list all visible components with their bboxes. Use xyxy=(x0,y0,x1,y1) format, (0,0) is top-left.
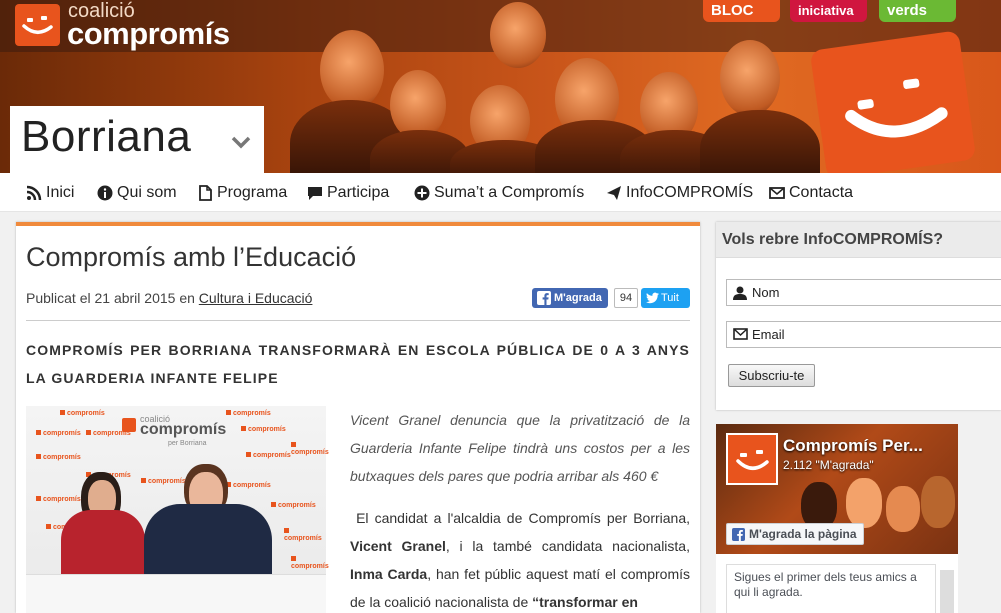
photo-tag: compromís xyxy=(291,442,329,456)
cover-person xyxy=(846,478,882,528)
main-nav: Inici Qui som Programa Participa Suma’t … xyxy=(0,173,1001,212)
nav-label: Inici xyxy=(46,184,75,201)
body-name: Inma Carda xyxy=(350,566,428,582)
page: { "header": { "logo_line1": "coalició", … xyxy=(0,0,1001,613)
plus-circle-icon xyxy=(414,185,430,201)
body-text: El candidat a l'alcaldia de Compromís pe… xyxy=(356,510,690,526)
cover-person xyxy=(921,476,955,528)
divider xyxy=(26,320,690,321)
nav-label: Programa xyxy=(217,184,288,201)
photo-brand-line3: per Borriana xyxy=(168,440,207,447)
email-placeholder: Email xyxy=(752,327,785,342)
team-photo xyxy=(490,2,546,68)
logo-line2: compromís xyxy=(67,16,230,51)
article: Compromís amb l’Educació Publicat el 21 … xyxy=(16,222,700,613)
name-field[interactable]: Nom xyxy=(726,279,1001,306)
send-icon xyxy=(607,186,621,200)
category-link[interactable]: Cultura i Educació xyxy=(199,290,313,306)
cover-person xyxy=(886,486,920,532)
team-photo xyxy=(720,40,780,116)
team-photo xyxy=(320,30,384,110)
subscribe-title: Vols rebre InfoCOMPROMÍS? xyxy=(722,231,944,248)
smile-icon xyxy=(22,16,53,34)
facebook-like-page-button[interactable]: M'agrada la pàgina xyxy=(726,523,864,545)
big-smile-logo xyxy=(809,30,977,173)
photo-tag: compromís xyxy=(271,502,316,509)
photo-tag: compromís xyxy=(246,452,291,459)
photo-tag: compromís xyxy=(284,528,326,542)
body-name: Vicent Granel xyxy=(350,538,446,554)
info-icon xyxy=(97,185,113,201)
partner-iniciativa[interactable]: iniciativa xyxy=(790,0,867,22)
tweet-button[interactable]: Tuit xyxy=(641,288,690,308)
facebook-like-page-label: M'agrada la pàgina xyxy=(749,527,857,541)
subscribe-button[interactable]: Subscriu-te xyxy=(728,364,815,387)
partner-label: iniciativa xyxy=(798,3,854,18)
facebook-page-widget: Compromís Per... 2.112 "M'agrada" M'agra… xyxy=(716,424,958,613)
facebook-icon xyxy=(537,291,551,305)
publish-date: Publicat el 21 abril 2015 en xyxy=(26,290,195,306)
photo-tag: compromís xyxy=(36,454,81,461)
photo-tag: compromís xyxy=(141,478,186,485)
name-placeholder: Nom xyxy=(752,285,780,300)
photo-brand-line2: compromís xyxy=(140,421,227,438)
photo-tag: compromís xyxy=(36,430,81,437)
partner-label: BLOC xyxy=(711,2,754,19)
scrollbar[interactable] xyxy=(940,570,954,613)
facebook-like-label: M'agrada xyxy=(554,292,602,304)
facebook-like-button[interactable]: M'agrada xyxy=(532,288,608,308)
nav-label: Qui som xyxy=(117,184,177,201)
partner-label: verds xyxy=(887,2,928,19)
nav-label: Suma’t a Compromís xyxy=(434,184,585,201)
user-icon xyxy=(733,286,747,300)
article-meta: Publicat el 21 abril 2015 en Cultura i E… xyxy=(26,290,312,306)
smile-icon xyxy=(736,450,769,470)
article-lead: COMPROMÍS PER BORRIANA TRANSFORMARÀ EN E… xyxy=(26,342,690,386)
body-text: , i la també candidata nacionalista, xyxy=(445,538,690,554)
body-quote: “transformar en xyxy=(532,594,638,610)
photo-tag: compromís xyxy=(226,410,271,417)
smile-icon xyxy=(845,78,948,138)
twitter-icon xyxy=(646,292,659,304)
facebook-page-likes: 2.112 "M'agrada" xyxy=(783,458,874,472)
photo-brand-icon xyxy=(122,418,136,432)
facebook-page-name[interactable]: Compromís Per... xyxy=(783,436,923,456)
photo-tag: compromís xyxy=(241,426,286,433)
town-name[interactable]: Borriana xyxy=(21,112,191,162)
photo-tag: compromís xyxy=(226,482,271,489)
team-photo xyxy=(700,110,820,173)
article-photo: compromís compromís compromís compromís … xyxy=(26,406,329,613)
partner-bloc[interactable]: BLOC xyxy=(703,0,780,22)
nav-label: InfoCOMPROMÍS xyxy=(626,184,754,201)
envelope-icon xyxy=(733,328,748,340)
photo-tag: compromís xyxy=(36,496,81,503)
facebook-page-avatar[interactable] xyxy=(726,433,778,485)
envelope-icon xyxy=(769,187,785,199)
email-field[interactable]: Email xyxy=(726,321,1001,348)
facebook-like-count: 94 xyxy=(614,288,638,308)
facebook-friends-text: Sigues el primer dels teus amics a qui l… xyxy=(726,564,936,613)
compromis-logo[interactable] xyxy=(15,4,60,46)
tweet-label: Tuit xyxy=(661,292,679,304)
partner-verds[interactable]: verds xyxy=(879,0,956,22)
subscribe-header: Vols rebre InfoCOMPROMÍS? xyxy=(716,222,1001,258)
nav-label: Contacta xyxy=(789,184,854,201)
document-icon xyxy=(199,185,212,201)
comment-icon xyxy=(308,187,322,200)
nav-label: Participa xyxy=(327,184,390,201)
rss-icon xyxy=(26,185,42,201)
photo-tag: compromís xyxy=(291,556,329,570)
photo-tag: compromís xyxy=(60,410,105,417)
photo-table xyxy=(26,574,326,613)
article-intro: Vicent Granel denuncia que la privatitza… xyxy=(350,412,690,484)
article-body: El candidat a l'alcaldia de Compromís pe… xyxy=(350,504,690,613)
article-title[interactable]: Compromís amb l’Educació xyxy=(26,242,356,273)
chevron-down-icon[interactable] xyxy=(230,133,252,151)
subscribe-widget: Vols rebre InfoCOMPROMÍS? Nom Email Subs… xyxy=(716,222,1001,410)
facebook-icon xyxy=(732,528,745,541)
